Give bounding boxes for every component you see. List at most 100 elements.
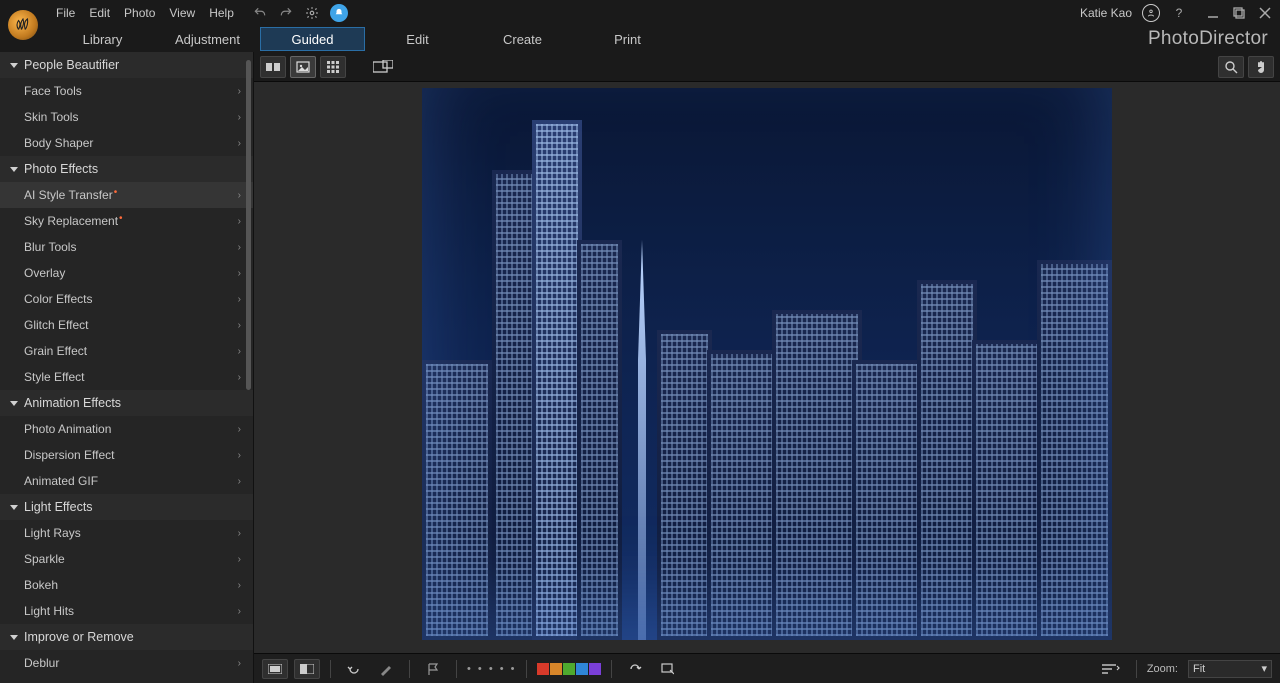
category-label: Improve or Remove [24, 630, 134, 644]
category-improve-remove[interactable]: Improve or Remove [0, 624, 253, 650]
item-glitch-effect[interactable]: Glitch Effect › [0, 312, 253, 338]
zoom-value: Fit [1193, 663, 1205, 675]
category-photo-effects[interactable]: Photo Effects [0, 156, 253, 182]
item-label: Glitch Effect [24, 318, 88, 332]
chevron-right-icon: › [238, 554, 241, 565]
tab-create[interactable]: Create [470, 27, 575, 51]
titlebar-right: Katie Kao ? [1080, 4, 1274, 22]
label-red[interactable] [537, 663, 549, 675]
tab-edit[interactable]: Edit [365, 27, 470, 51]
item-grain-effect[interactable]: Grain Effect› [0, 338, 253, 364]
help-icon[interactable]: ? [1170, 4, 1188, 22]
tab-library[interactable]: Library [50, 27, 155, 51]
label-blue[interactable] [576, 663, 588, 675]
item-bokeh[interactable]: Bokeh› [0, 572, 253, 598]
chevron-right-icon: › [238, 86, 241, 97]
item-ai-style-transfer[interactable]: AI Style Transfer•› [0, 182, 253, 208]
item-body-shaper[interactable]: Body Shaper› [0, 130, 253, 156]
rotate-left-button[interactable] [341, 659, 367, 679]
color-labels [537, 663, 601, 675]
item-deblur[interactable]: Deblur› [0, 650, 253, 676]
chevron-right-icon: › [238, 320, 241, 331]
item-blur-tools[interactable]: Blur Tools› [0, 234, 253, 260]
category-people-beautifier[interactable]: People Beautifier [0, 52, 253, 78]
canvas[interactable] [254, 82, 1280, 653]
menu-edit[interactable]: Edit [89, 6, 110, 20]
sort-button[interactable] [1096, 659, 1126, 679]
menu-file[interactable]: File [56, 6, 75, 20]
tab-print[interactable]: Print [575, 27, 680, 51]
app-logo-icon [8, 10, 38, 40]
item-dispersion-effect[interactable]: Dispersion Effect › [0, 442, 253, 468]
item-light-hits[interactable]: Light Hits› [0, 598, 253, 624]
tab-adjustment[interactable]: Adjustment [155, 27, 260, 51]
category-animation-effects[interactable]: Animation Effects [0, 390, 253, 416]
view-secondary-button[interactable] [368, 56, 398, 78]
brush-button[interactable] [373, 659, 399, 679]
label-green[interactable] [563, 663, 575, 675]
user-avatar-icon[interactable] [1142, 4, 1160, 22]
close-icon[interactable] [1256, 4, 1274, 22]
flag-button[interactable] [420, 659, 446, 679]
rating-dots[interactable]: • • • • • [467, 663, 516, 675]
module-bar: Library Adjustment Guided Edit Create Pr… [0, 26, 1280, 52]
category-light-effects[interactable]: Light Effects [0, 494, 253, 520]
menu-help[interactable]: Help [209, 6, 234, 20]
settings-icon[interactable] [304, 5, 320, 21]
rotate-cw-button[interactable] [622, 659, 648, 679]
view-compare-button[interactable] [260, 56, 286, 78]
notification-icon[interactable] [330, 4, 348, 22]
undo-icon[interactable] [252, 5, 268, 21]
chevron-down-icon [10, 401, 18, 406]
category-label: People Beautifier [24, 58, 119, 72]
chevron-down-icon [10, 167, 18, 172]
view-grid-button[interactable] [320, 56, 346, 78]
item-label: Photo Animation [24, 422, 111, 436]
item-label: Dispersion Effect [24, 448, 115, 462]
item-photo-animation[interactable]: Photo Animation › [0, 416, 253, 442]
quick-actions [252, 4, 348, 22]
view-single-button[interactable] [290, 56, 316, 78]
item-label: Blur Tools [24, 240, 76, 254]
item-sky-replacement[interactable]: Sky Replacement•› [0, 208, 253, 234]
chevron-right-icon: › [238, 346, 241, 357]
item-label: Bokeh [24, 578, 58, 592]
brand-label: PhotoDirector [1148, 28, 1268, 50]
menu-view[interactable]: View [169, 6, 195, 20]
view-toolbar [254, 52, 1280, 82]
item-skin-tools[interactable]: Skin Tools › [0, 104, 253, 130]
redo-icon[interactable] [278, 5, 294, 21]
item-color-effects[interactable]: Color Effects› [0, 286, 253, 312]
chevron-right-icon: › [238, 372, 241, 383]
item-style-effect[interactable]: Style Effect › [0, 364, 253, 390]
item-label: Light Hits [24, 604, 74, 618]
maximize-icon[interactable] [1230, 4, 1248, 22]
chevron-right-icon: › [238, 450, 241, 461]
item-animated-gif[interactable]: Animated GIF› [0, 468, 253, 494]
tab-guided[interactable]: Guided [260, 27, 365, 51]
item-label: Style Effect [24, 370, 84, 384]
item-label: Animated GIF [24, 474, 98, 488]
crop-button[interactable] [654, 659, 680, 679]
label-orange[interactable] [550, 663, 562, 675]
chevron-right-icon: › [238, 138, 241, 149]
view-mode-1-button[interactable] [262, 659, 288, 679]
menu-photo[interactable]: Photo [124, 6, 155, 20]
zoom-tool-button[interactable] [1218, 56, 1244, 78]
item-sparkle[interactable]: Sparkle › [0, 546, 253, 572]
item-overlay[interactable]: Overlay› [0, 260, 253, 286]
user-name[interactable]: Katie Kao [1080, 6, 1132, 20]
minimize-icon[interactable] [1204, 4, 1222, 22]
item-label: Sparkle [24, 552, 65, 566]
item-label: Face Tools [24, 84, 82, 98]
item-face-tools[interactable]: Face Tools › [0, 78, 253, 104]
item-light-rays[interactable]: Light Rays› [0, 520, 253, 546]
chevron-right-icon: › [238, 112, 241, 123]
label-purple[interactable] [589, 663, 601, 675]
zoom-select[interactable]: Fit▾ [1188, 660, 1272, 678]
category-label: Light Effects [24, 500, 93, 514]
chevron-right-icon: › [238, 424, 241, 435]
item-label: Skin Tools [24, 110, 78, 124]
view-mode-2-button[interactable] [294, 659, 320, 679]
pan-tool-button[interactable] [1248, 56, 1274, 78]
